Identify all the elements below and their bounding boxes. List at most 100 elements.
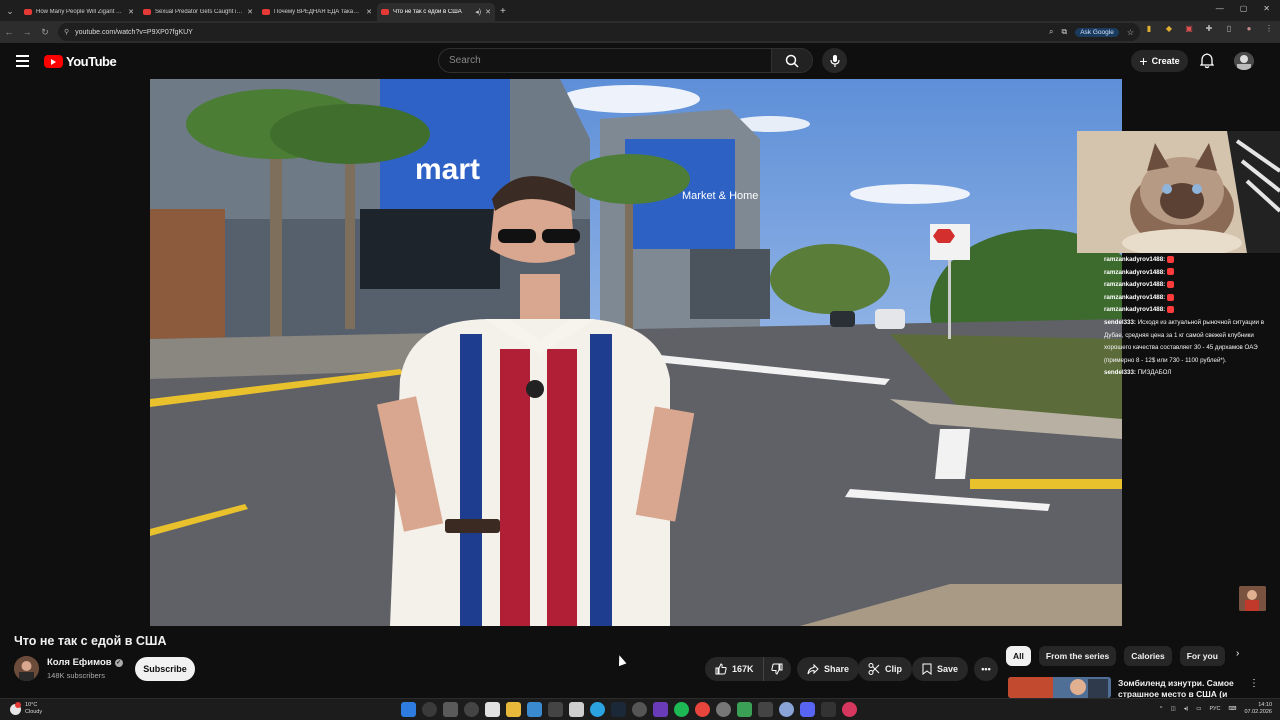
speaker-icon[interactable]: ◂) bbox=[475, 8, 481, 16]
minimize-icon[interactable]: — bbox=[1216, 4, 1224, 13]
battery-icon[interactable]: ▭ bbox=[1196, 706, 1201, 712]
youtube-logo[interactable]: YouTube bbox=[44, 54, 117, 69]
share-button-wrap: Share bbox=[797, 657, 860, 681]
video-player[interactable]: mart Market & Home bbox=[150, 79, 1122, 626]
menu-icon[interactable] bbox=[16, 55, 29, 70]
profile-icon[interactable]: ● bbox=[1244, 24, 1254, 33]
network-icon[interactable]: ◫ bbox=[1171, 706, 1176, 712]
chip-calories[interactable]: Calories bbox=[1124, 646, 1172, 666]
tab-close-icon[interactable]: ✕ bbox=[366, 8, 372, 16]
new-tab-icon[interactable]: + bbox=[500, 3, 506, 21]
windows-start-icon[interactable] bbox=[401, 702, 416, 717]
music-app-icon[interactable] bbox=[842, 702, 857, 717]
browser-tab[interactable]: Sexual Predator Gets Caught in... ✕ bbox=[139, 3, 257, 21]
app-icon[interactable] bbox=[485, 702, 500, 717]
channel-name[interactable]: Коля Ефимов ✓ bbox=[47, 657, 123, 668]
clip-button[interactable]: Clip bbox=[858, 657, 912, 681]
dislike-button[interactable] bbox=[764, 657, 791, 681]
file-explorer-icon[interactable] bbox=[506, 702, 521, 717]
extension-icon[interactable]: ◆ bbox=[1164, 24, 1174, 33]
tray-chevron-icon[interactable]: ^ bbox=[1160, 706, 1163, 712]
app-icon[interactable] bbox=[716, 702, 731, 717]
omnibox-actions: ⌕ ⧉ Ask Google ☆ bbox=[1049, 23, 1134, 41]
save-button[interactable]: Save bbox=[912, 657, 969, 681]
chat-message: sendel333: ПИЗДАБОЛ bbox=[1104, 367, 1280, 380]
forward-icon[interactable]: → bbox=[18, 27, 36, 37]
steam-icon[interactable] bbox=[611, 702, 626, 717]
recommendation-thumbnail[interactable] bbox=[1008, 677, 1111, 698]
chip-from-the-series[interactable]: From the series bbox=[1038, 646, 1117, 666]
browser-tab-active[interactable]: Что не так с едой в США ◂) ✕ bbox=[377, 3, 495, 21]
create-label: Create bbox=[1151, 56, 1180, 66]
volume-icon[interactable]: ◂) bbox=[1184, 706, 1189, 712]
bell-icon bbox=[1199, 53, 1215, 69]
app-icon[interactable] bbox=[464, 702, 479, 717]
app-icon[interactable] bbox=[821, 702, 836, 717]
app-icon[interactable] bbox=[527, 702, 542, 717]
recommendation-title[interactable]: Зомбиленд изнутри. Самое страшное место … bbox=[1118, 678, 1238, 698]
chip-for-you[interactable]: For you bbox=[1179, 646, 1225, 666]
search-input[interactable]: Search bbox=[438, 48, 772, 73]
telegram-icon[interactable] bbox=[590, 702, 605, 717]
chip-all[interactable]: All bbox=[1006, 646, 1031, 666]
chat-username: ramzankadyrov1488: bbox=[1104, 256, 1166, 263]
tab-title: Sexual Predator Gets Caught in... bbox=[155, 9, 244, 15]
chat-username: ramzankadyrov1488: bbox=[1104, 306, 1166, 314]
browser-tab[interactable]: How Many People Will Zigant Take To... ✕ bbox=[20, 3, 138, 21]
maximize-icon[interactable]: ▢ bbox=[1240, 4, 1248, 13]
task-view-icon[interactable] bbox=[443, 702, 458, 717]
more-actions-button[interactable]: ••• bbox=[974, 657, 998, 681]
chat-message: ramzankadyrov1488: bbox=[1104, 279, 1280, 292]
address-bar[interactable]: ⚲ youtube.com/watch?v=P9XP07fgKUY ⌕ ⧉ As… bbox=[58, 23, 1140, 41]
site-info-icon[interactable]: ⚲ bbox=[64, 28, 69, 36]
share-button[interactable]: Share bbox=[797, 657, 860, 681]
puzzle-icon[interactable]: ✚ bbox=[1204, 24, 1214, 33]
chatgpt-icon[interactable] bbox=[632, 702, 647, 717]
sidebar-icon[interactable]: ▯ bbox=[1224, 24, 1234, 33]
app-icon[interactable] bbox=[758, 702, 773, 717]
browser-menu-icon[interactable]: ⋮ bbox=[1264, 24, 1274, 33]
search-button[interactable] bbox=[771, 48, 813, 73]
search-icon[interactable] bbox=[422, 702, 437, 717]
youtube-play-icon bbox=[44, 55, 63, 68]
reload-icon[interactable]: ↻ bbox=[36, 27, 54, 38]
language-indicator[interactable]: РУС bbox=[1210, 706, 1221, 712]
back-icon[interactable]: ← bbox=[0, 27, 18, 37]
like-button[interactable]: 167K bbox=[705, 657, 764, 681]
app-icon[interactable] bbox=[779, 702, 794, 717]
tab-close-icon[interactable]: ✕ bbox=[247, 8, 253, 16]
browser-tab[interactable]: Почему ВРЕДНАЯ ЕДА такая В... ✕ bbox=[258, 3, 376, 21]
tab-search-chevron-icon[interactable]: ⌄ bbox=[0, 1, 20, 21]
spotify-icon[interactable] bbox=[674, 702, 689, 717]
close-window-icon[interactable]: ✕ bbox=[1263, 4, 1270, 13]
tab-close-icon[interactable]: ✕ bbox=[128, 8, 134, 16]
zoom-icon[interactable]: ⌕ bbox=[1049, 27, 1053, 37]
notifications-button[interactable] bbox=[1199, 53, 1215, 74]
extension-icon[interactable]: ▣ bbox=[1184, 24, 1194, 33]
bookmark-star-icon[interactable]: ☆ bbox=[1127, 28, 1134, 37]
clip-label: Clip bbox=[885, 664, 902, 674]
ask-google-button[interactable]: Ask Google bbox=[1075, 27, 1119, 37]
chat-username: ramzankadyrov1488: bbox=[1104, 281, 1166, 289]
svg-text:mart: mart bbox=[415, 153, 480, 186]
discord-icon[interactable] bbox=[800, 702, 815, 717]
app-icon[interactable] bbox=[737, 702, 752, 717]
create-button[interactable]: + Create bbox=[1131, 50, 1188, 72]
channel-avatar[interactable] bbox=[14, 656, 39, 681]
recommendation-menu-icon[interactable]: ⋮ bbox=[1249, 678, 1259, 689]
chrome-icon[interactable] bbox=[695, 702, 710, 717]
app-icon[interactable] bbox=[653, 702, 668, 717]
install-icon[interactable]: ⧉ bbox=[1062, 27, 1068, 37]
tab-close-icon[interactable]: ✕ bbox=[485, 8, 491, 16]
chevron-right-icon[interactable]: › bbox=[1236, 648, 1239, 659]
app-icon[interactable] bbox=[569, 702, 584, 717]
voice-search-button[interactable] bbox=[822, 48, 847, 73]
extension-icon[interactable]: ▮ bbox=[1144, 24, 1154, 33]
subscribe-button[interactable]: Subscribe bbox=[135, 657, 195, 681]
weather-widget[interactable]: 10°C Cloudy bbox=[10, 701, 42, 716]
account-avatar[interactable] bbox=[1234, 52, 1254, 70]
app-icon[interactable] bbox=[548, 702, 563, 717]
url-text: youtube.com/watch?v=P9XP07fgKUY bbox=[75, 28, 193, 36]
clock[interactable]: 14:10 07.02.2026 bbox=[1244, 702, 1272, 716]
ime-icon[interactable]: ⌨ bbox=[1229, 706, 1237, 712]
